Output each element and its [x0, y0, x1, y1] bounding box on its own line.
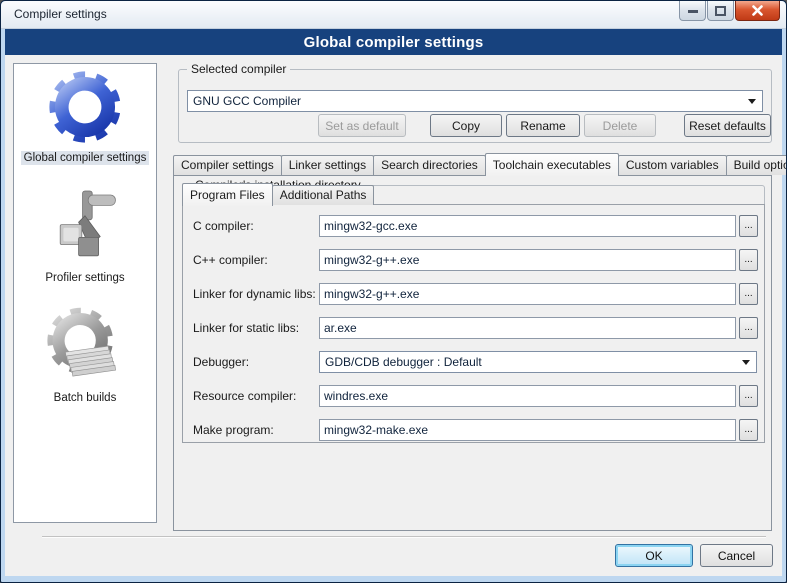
copy-button[interactable]: Copy	[430, 114, 502, 137]
tab-search-directories[interactable]: Search directories	[373, 155, 486, 175]
field-label: Make program:	[193, 423, 274, 437]
close-icon	[752, 5, 763, 16]
toolchain-field-row: Make program: ...	[183, 419, 764, 441]
profiler-caliper-icon	[45, 187, 125, 267]
field-select-value: GDB/CDB debugger : Default	[325, 355, 482, 369]
program-files-fields: C compiler: ... C++ compiler: ... Linker…	[182, 204, 765, 443]
field-input[interactable]	[319, 283, 736, 305]
tab-linker-settings[interactable]: Linker settings	[281, 155, 374, 175]
batch-builds-gear-icon	[45, 307, 125, 387]
field-input[interactable]	[319, 215, 736, 237]
toolchain-field-row: Resource compiler: ...	[183, 385, 764, 407]
toolchain-field-row: Linker for dynamic libs: ...	[183, 283, 764, 305]
tab-toolchain-executables[interactable]: Toolchain executables	[485, 153, 619, 176]
browse-button[interactable]: ...	[739, 283, 758, 305]
ok-button[interactable]: OK	[615, 544, 693, 567]
toolchain-executables-panel: Compiler's installation directory ... Au…	[173, 175, 772, 531]
sidebar-item-global-compiler-settings[interactable]: Global compiler settings	[21, 67, 150, 165]
sidebar-item-profiler-settings[interactable]: Profiler settings	[42, 187, 127, 285]
settings-category-list: Global compiler settings Profiler settin…	[13, 63, 157, 523]
field-select[interactable]: GDB/CDB debugger : Default	[319, 351, 757, 373]
minimize-icon	[688, 6, 698, 16]
tab-compiler-settings[interactable]: Compiler settings	[173, 155, 282, 175]
field-input[interactable]	[319, 419, 736, 441]
field-label: Resource compiler:	[193, 389, 296, 403]
compiler-select[interactable]: GNU GCC Compiler	[187, 90, 763, 112]
dialog-body: Global compiler settings Profiler settin…	[5, 55, 782, 576]
set-as-default-button[interactable]: Set as default	[318, 114, 406, 137]
toolchain-field-row: C++ compiler: ...	[183, 249, 764, 271]
blue-gear-icon	[45, 67, 125, 147]
window-controls	[678, 1, 780, 21]
cancel-button[interactable]: Cancel	[700, 544, 773, 567]
field-label: C++ compiler:	[193, 253, 268, 267]
field-label: Linker for static libs:	[193, 321, 299, 335]
dialog-title: Global compiler settings	[304, 34, 484, 51]
maximize-button[interactable]	[707, 1, 734, 21]
sidebar-item-batch-builds[interactable]: Batch builds	[45, 307, 125, 405]
main-settings-column: Selected compiler GNU GCC Compiler Set a…	[170, 61, 776, 531]
compiler-actions: Set as default Copy Rename Delete Reset …	[179, 114, 771, 137]
window-title: Compiler settings	[14, 7, 107, 21]
field-input[interactable]	[319, 317, 736, 339]
chevron-down-icon	[742, 360, 750, 369]
tab-custom-variables[interactable]: Custom variables	[618, 155, 727, 175]
sidebar-item-label: Batch builds	[51, 391, 120, 405]
rename-button[interactable]: Rename	[506, 114, 580, 137]
field-input[interactable]	[319, 249, 736, 271]
reset-defaults-button[interactable]: Reset defaults	[684, 114, 771, 137]
field-input[interactable]	[319, 385, 736, 407]
sidebar-item-label: Global compiler settings	[21, 151, 150, 165]
browse-button[interactable]: ...	[739, 215, 758, 237]
subtab-program-files[interactable]: Program Files	[182, 183, 273, 206]
field-label: C compiler:	[193, 219, 254, 233]
browse-button[interactable]: ...	[739, 419, 758, 441]
tab-build-options[interactable]: Build options	[726, 155, 787, 175]
maximize-icon	[715, 6, 726, 16]
delete-button[interactable]: Delete	[584, 114, 656, 137]
group-label: Selected compiler	[187, 62, 290, 76]
minimize-button[interactable]	[679, 1, 706, 21]
browse-button[interactable]: ...	[739, 317, 758, 339]
browse-button[interactable]: ...	[739, 385, 758, 407]
chevron-down-icon	[748, 99, 756, 108]
program-files-tab-strip: Program FilesAdditional Paths	[182, 183, 771, 205]
compiler-settings-window: Compiler settings Global compiler settin…	[0, 0, 787, 583]
field-label: Linker for dynamic libs:	[193, 287, 316, 301]
field-label: Debugger:	[193, 355, 249, 369]
toolchain-field-row: Debugger: GDB/CDB debugger : Default	[183, 351, 764, 373]
dialog-header: Global compiler settings	[5, 29, 782, 55]
titlebar[interactable]: Compiler settings	[1, 1, 786, 29]
compiler-select-value: GNU GCC Compiler	[193, 94, 301, 108]
settings-tab-strip: Compiler settingsLinker settingsSearch d…	[173, 152, 772, 175]
selected-compiler-group: Selected compiler GNU GCC Compiler Set a…	[178, 69, 772, 143]
footer-divider	[42, 536, 766, 538]
sidebar-item-label: Profiler settings	[42, 271, 127, 285]
subtab-additional-paths[interactable]: Additional Paths	[272, 185, 375, 205]
close-button[interactable]	[735, 1, 780, 21]
toolchain-field-row: C compiler: ...	[183, 215, 764, 237]
browse-button[interactable]: ...	[739, 249, 758, 271]
toolchain-field-row: Linker for static libs: ...	[183, 317, 764, 339]
